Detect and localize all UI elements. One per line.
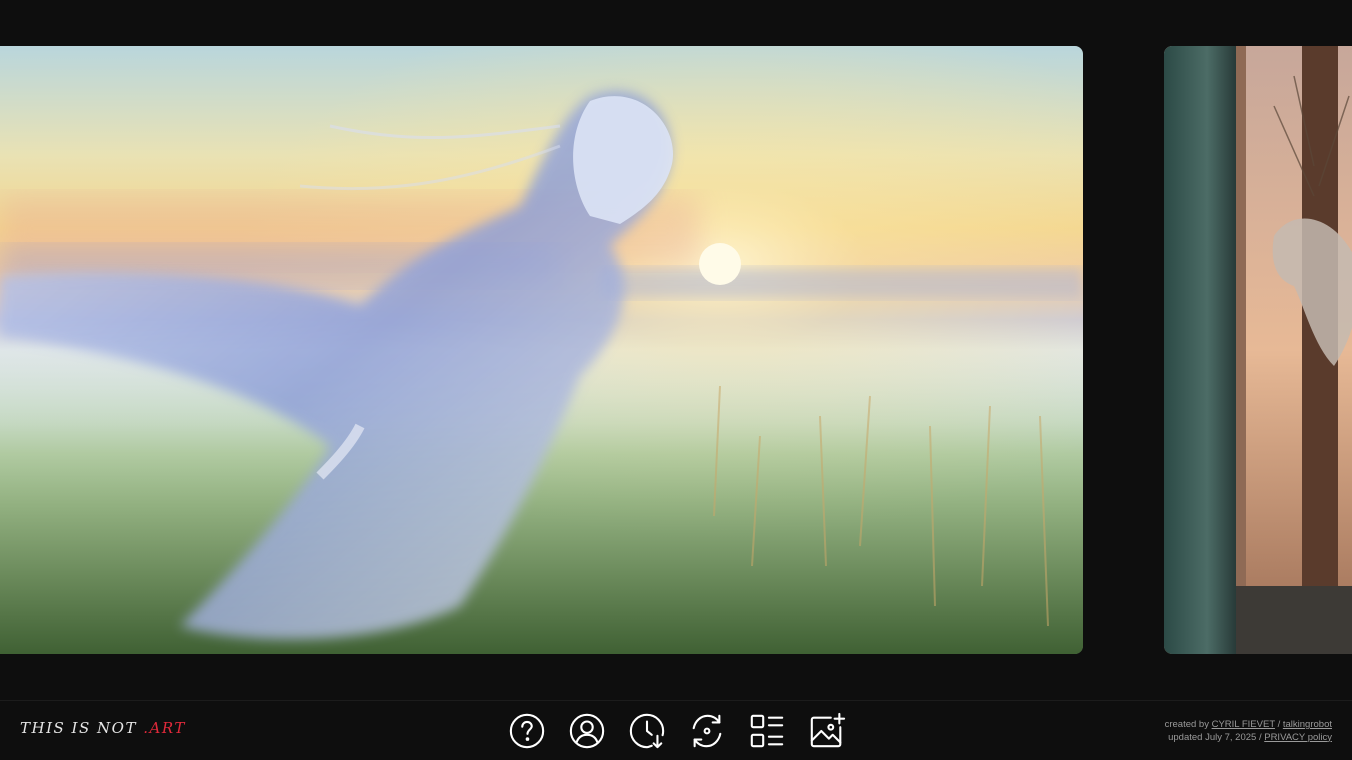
list-view-button[interactable] xyxy=(746,710,788,752)
main-artwork-image xyxy=(0,46,1083,654)
credits-line-1: created by CYRIL FIEVET / talkingrobot xyxy=(1165,719,1332,732)
next-artwork-card[interactable] xyxy=(1164,46,1352,654)
updated-date: updated July 7, 2025 xyxy=(1168,731,1257,743)
credits-line-2: updated July 7, 2025 / PRIVACY policy xyxy=(1165,732,1332,745)
refresh-button[interactable] xyxy=(686,710,728,752)
toolbar xyxy=(506,710,848,752)
next-artwork-image xyxy=(1164,46,1352,654)
logo-accent: .ART xyxy=(143,719,186,737)
credits: created by CYRIL FIEVET / talkingrobot u… xyxy=(1165,719,1332,744)
author-link[interactable]: CYRIL FIEVET xyxy=(1212,719,1275,730)
account-button[interactable] xyxy=(566,710,608,752)
question-circle-icon xyxy=(509,713,545,749)
image-gallery[interactable] xyxy=(0,0,1352,700)
logo-text: THIS IS NOT xyxy=(20,719,144,737)
credits-created-label: created by xyxy=(1164,719,1212,730)
credits-separator: / xyxy=(1274,719,1283,730)
help-button[interactable] xyxy=(506,710,548,752)
clock-download-icon xyxy=(629,713,665,749)
privacy-link[interactable]: PRIVACY policy xyxy=(1264,732,1332,743)
add-image-button[interactable] xyxy=(806,710,848,752)
company-link[interactable]: talkingrobot xyxy=(1283,719,1332,730)
history-button[interactable] xyxy=(626,710,668,752)
user-circle-icon xyxy=(569,713,605,749)
site-logo[interactable]: THIS IS NOT .ART xyxy=(20,719,186,737)
main-artwork-card[interactable] xyxy=(0,46,1083,654)
image-plus-icon xyxy=(810,712,846,748)
footer-bar: THIS IS NOT .ART created by CYRIL FIEVET… xyxy=(0,700,1352,760)
refresh-icon xyxy=(692,714,722,748)
list-grid-icon xyxy=(750,714,784,748)
